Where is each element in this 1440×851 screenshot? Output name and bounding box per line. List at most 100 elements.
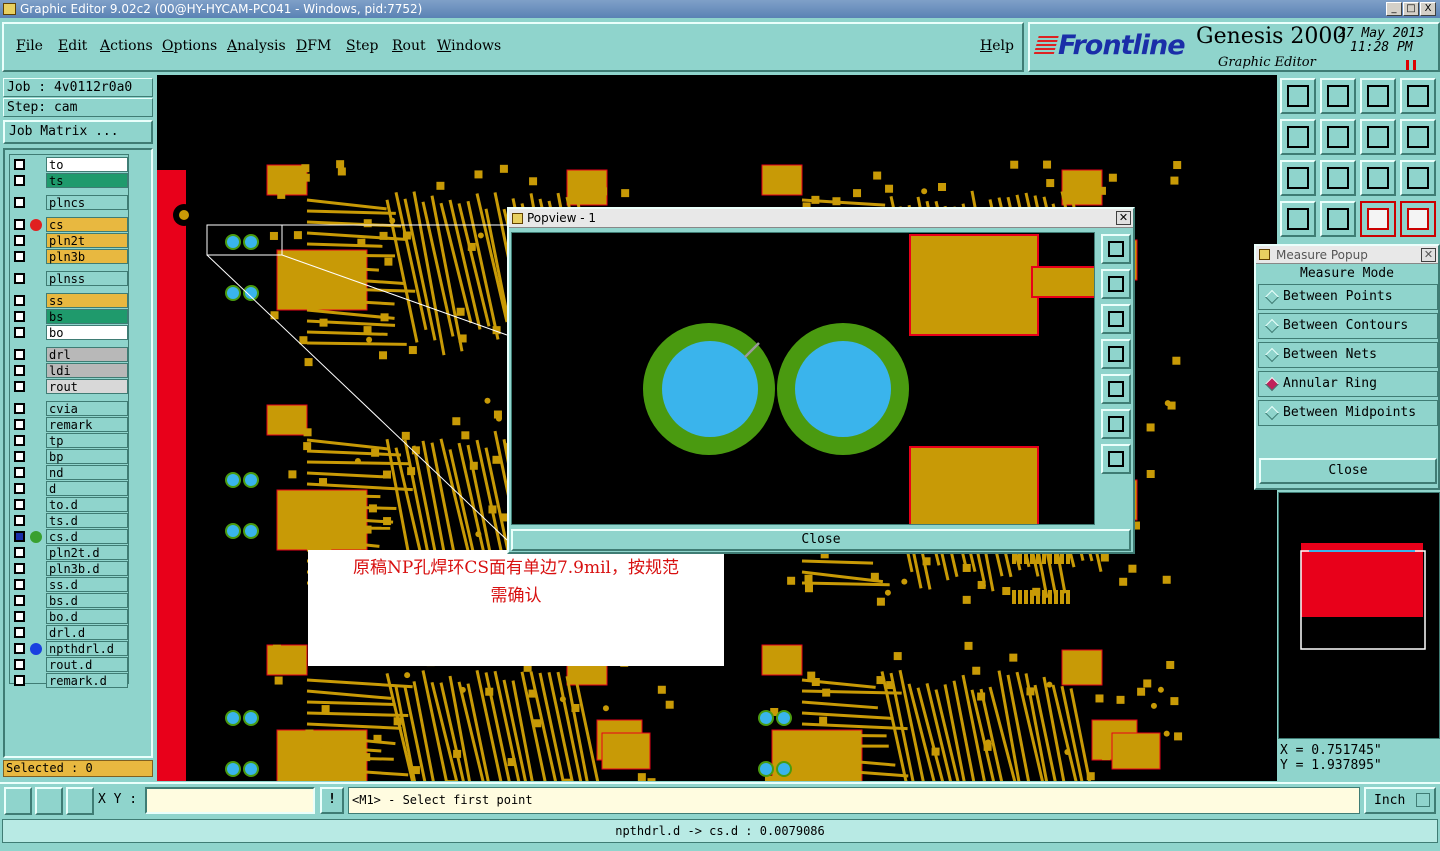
layer-checkbox[interactable] bbox=[14, 365, 25, 376]
measure-close-button[interactable]: Close bbox=[1259, 458, 1437, 484]
layer-name[interactable]: ts bbox=[46, 173, 128, 188]
layer-row-pln3b[interactable]: pln3b bbox=[12, 249, 130, 264]
layer-row-to-d[interactable]: to.d bbox=[12, 497, 130, 512]
layer-checkbox[interactable] bbox=[14, 499, 25, 510]
layer-checkbox[interactable] bbox=[14, 515, 25, 526]
layer-row-d[interactable]: d bbox=[12, 481, 130, 496]
layer-name[interactable]: nd bbox=[46, 465, 128, 480]
layer-row-rout[interactable]: rout bbox=[12, 379, 130, 394]
fit-icon[interactable] bbox=[1280, 160, 1316, 196]
popview-close-icon[interactable]: ✕ bbox=[1116, 211, 1131, 225]
traffic-light-alt-icon[interactable] bbox=[1400, 201, 1436, 237]
layer-row-bs-d[interactable]: bs.d bbox=[12, 593, 130, 608]
layer-checkbox[interactable] bbox=[14, 381, 25, 392]
layer-name[interactable]: plnss bbox=[46, 271, 128, 286]
layer-checkbox[interactable] bbox=[14, 547, 25, 558]
swap-icon[interactable] bbox=[1360, 119, 1396, 155]
layer-row-ts-d[interactable]: ts.d bbox=[12, 513, 130, 528]
menu-rout[interactable]: Rout bbox=[392, 38, 426, 54]
layer-checkbox[interactable] bbox=[14, 467, 25, 478]
pv-fit-icon[interactable] bbox=[1101, 409, 1131, 439]
pause-icon[interactable] bbox=[1406, 60, 1416, 70]
pv-up-icon[interactable] bbox=[1101, 269, 1131, 299]
layer-name[interactable]: tp bbox=[46, 433, 128, 448]
snap-icon[interactable] bbox=[4, 787, 32, 815]
layer-checkbox[interactable] bbox=[14, 595, 25, 606]
layer-name[interactable]: ss bbox=[46, 293, 128, 308]
popview-canvas[interactable] bbox=[511, 232, 1095, 525]
grid-snap-icon[interactable] bbox=[66, 787, 94, 815]
layer-checkbox[interactable] bbox=[14, 531, 25, 542]
close-window-button[interactable]: X bbox=[1420, 2, 1436, 16]
center-icon[interactable] bbox=[1320, 160, 1356, 196]
layer-row-pln3b-d[interactable]: pln3b.d bbox=[12, 561, 130, 576]
pan-left-icon[interactable] bbox=[1280, 119, 1316, 155]
layer-row-plncs[interactable]: plncs bbox=[12, 195, 130, 210]
layer-checkbox[interactable] bbox=[14, 175, 25, 186]
layer-checkbox[interactable] bbox=[14, 675, 25, 686]
layer-checkbox[interactable] bbox=[14, 219, 25, 230]
layer-row-cs[interactable]: cs bbox=[12, 217, 130, 232]
measure-close-icon[interactable]: ✕ bbox=[1421, 248, 1436, 262]
layer-name[interactable]: bs bbox=[46, 309, 128, 324]
layer-checkbox[interactable] bbox=[14, 579, 25, 590]
layer-name[interactable]: cs bbox=[46, 217, 128, 232]
layer-checkbox[interactable] bbox=[14, 419, 25, 430]
layer-row-ldi[interactable]: ldi bbox=[12, 363, 130, 378]
maximize-button[interactable]: □ bbox=[1403, 2, 1419, 16]
layer-name[interactable]: bo bbox=[46, 325, 128, 340]
layer-row-ss[interactable]: ss bbox=[12, 293, 130, 308]
layer-name[interactable]: ldi bbox=[46, 363, 128, 378]
menu-actions[interactable]: Actions bbox=[100, 38, 153, 54]
layer-row-plnss[interactable]: plnss bbox=[12, 271, 130, 286]
window-icon[interactable] bbox=[1400, 78, 1436, 114]
measure-option-annular-ring[interactable]: Annular Ring bbox=[1258, 371, 1438, 397]
layer-row-pln2t[interactable]: pln2t bbox=[12, 233, 130, 248]
layer-checkbox[interactable] bbox=[14, 451, 25, 462]
layer-name[interactable]: rout.d bbox=[46, 657, 128, 672]
house-icon[interactable] bbox=[1360, 78, 1396, 114]
layer-name[interactable]: pln3b bbox=[46, 249, 128, 264]
layer-name[interactable]: ts.d bbox=[46, 513, 128, 528]
layer-row-bo-d[interactable]: bo.d bbox=[12, 609, 130, 624]
unit-selector[interactable]: Inch bbox=[1364, 787, 1436, 814]
ratio-icon[interactable] bbox=[1360, 160, 1396, 196]
layer-row-tp[interactable]: tp bbox=[12, 433, 130, 448]
layer-checkbox[interactable] bbox=[14, 403, 25, 414]
layer-name[interactable]: bp bbox=[46, 449, 128, 464]
pv-center-icon[interactable] bbox=[1101, 444, 1131, 474]
layer-name[interactable]: remark.d bbox=[46, 673, 128, 688]
pv-down-icon[interactable] bbox=[1101, 304, 1131, 334]
minimize-button[interactable]: _ bbox=[1386, 2, 1402, 16]
layer-checkbox[interactable] bbox=[14, 251, 25, 262]
layer-row-ss-d[interactable]: ss.d bbox=[12, 577, 130, 592]
menu-file[interactable]: File bbox=[16, 38, 43, 54]
layer-checkbox[interactable] bbox=[14, 295, 25, 306]
layer-name[interactable]: cvia bbox=[46, 401, 128, 416]
grid-icon[interactable] bbox=[1320, 201, 1356, 237]
layer-name[interactable]: cs.d bbox=[46, 529, 128, 544]
measure-option-between-points[interactable]: Between Points bbox=[1258, 284, 1438, 310]
layer-checkbox[interactable] bbox=[14, 435, 25, 446]
pv-right-icon[interactable] bbox=[1101, 374, 1131, 404]
menu-dfm[interactable]: DFM bbox=[296, 38, 331, 54]
layer-row-rout-d[interactable]: rout.d bbox=[12, 657, 130, 672]
layer-name[interactable]: plncs bbox=[46, 195, 128, 210]
xy-input[interactable] bbox=[145, 787, 315, 814]
traffic-light-icon[interactable] bbox=[1360, 201, 1396, 237]
pan-right-icon[interactable] bbox=[1320, 119, 1356, 155]
layer-row-pln2t-d[interactable]: pln2t.d bbox=[12, 545, 130, 560]
layer-row-remark-d[interactable]: remark.d bbox=[12, 673, 130, 688]
menu-windows[interactable]: Windows bbox=[437, 38, 501, 54]
popview-close-button[interactable]: Close bbox=[511, 529, 1131, 551]
layer-name[interactable]: drl.d bbox=[46, 625, 128, 640]
wrench-icon[interactable] bbox=[1280, 201, 1316, 237]
layer-checkbox[interactable] bbox=[14, 611, 25, 622]
contour-icon[interactable] bbox=[1400, 119, 1436, 155]
layer-name[interactable]: npthdrl.d bbox=[46, 641, 128, 656]
layer-checkbox[interactable] bbox=[14, 563, 25, 574]
job-matrix-button[interactable]: Job Matrix ... bbox=[3, 120, 153, 144]
measure-title-bar[interactable]: Measure Popup ✕ bbox=[1256, 246, 1438, 264]
layer-row-nd[interactable]: nd bbox=[12, 465, 130, 480]
layer-name[interactable]: ss.d bbox=[46, 577, 128, 592]
